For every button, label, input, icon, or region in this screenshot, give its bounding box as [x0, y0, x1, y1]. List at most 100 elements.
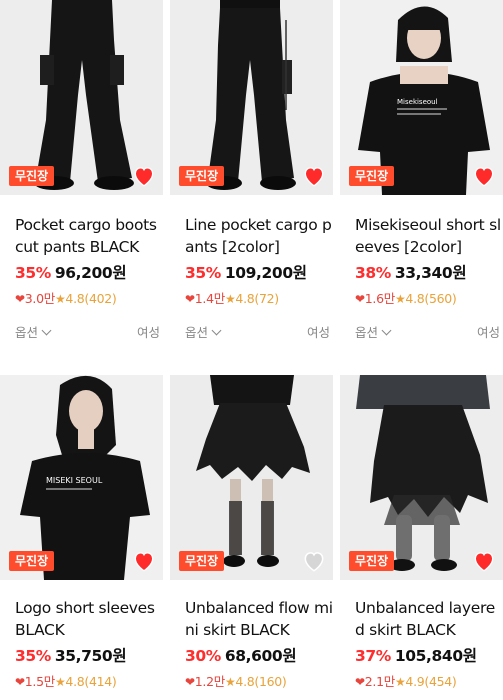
star-icon: ★	[394, 292, 406, 306]
option-label: 옵션	[15, 325, 39, 340]
chevron-down-icon	[381, 325, 392, 336]
product-image[interactable]: 무진장	[340, 375, 503, 580]
like-count: 1.2만	[194, 674, 225, 689]
star-icon: ★	[54, 675, 66, 689]
product-stats: ❤1.4만★4.8(72)	[185, 291, 333, 307]
like-button[interactable]	[131, 163, 157, 189]
rating-value: 4.8(560)	[405, 291, 457, 306]
heart-icon	[134, 552, 154, 572]
store-badge: 무진장	[349, 166, 395, 186]
like-count: 1.5만	[24, 674, 55, 689]
store-badge: 무진장	[9, 551, 55, 571]
rating-value: 4.8(160)	[235, 674, 287, 689]
product-image[interactable]: MISEKI SEOUL 무진장	[0, 375, 163, 580]
heart-outline-icon	[304, 552, 324, 572]
heart-icon: ❤	[355, 292, 365, 306]
price-row: 35% 96,200원	[15, 263, 163, 283]
heart-icon: ❤	[15, 675, 25, 689]
discount-rate: 35%	[185, 264, 221, 282]
star-icon: ★	[54, 292, 66, 306]
option-label: 옵션	[355, 325, 379, 340]
product-stats: ❤1.2만★4.8(160)	[185, 674, 333, 690]
shirt-print: Misekiseoul	[397, 98, 438, 106]
product-title[interactable]: Unbalanced flow mini skirt BLACK	[185, 598, 333, 641]
product-title[interactable]: Pocket cargo boots cut pants BLACK	[15, 215, 163, 258]
product-stats: ❤1.5만★4.8(414)	[15, 674, 163, 690]
product-card[interactable]: MISEKI SEOUL 무진장 Logo short sleeves BLAC…	[0, 375, 163, 690]
rating-value: 4.8(402)	[65, 291, 117, 306]
sale-price: 68,600원	[224, 647, 297, 665]
store-badge: 무진장	[349, 551, 395, 571]
product-title[interactable]: Unbalanced layered skirt BLACK	[355, 598, 503, 641]
like-count: 1.6만	[364, 291, 395, 306]
product-card[interactable]: 무진장 Unbalanced flow mini skirt BLACK 30%…	[170, 375, 333, 690]
option-row: 옵션 여성	[185, 322, 330, 341]
product-image[interactable]: 무진장	[170, 0, 333, 195]
star-icon: ★	[224, 292, 236, 306]
price-row: 30% 68,600원	[185, 646, 333, 666]
sale-price: 96,200원	[54, 264, 127, 282]
price-row: 37% 105,840원	[355, 646, 503, 666]
like-button[interactable]	[301, 163, 327, 189]
price-row: 35% 109,200원	[185, 263, 333, 283]
discount-rate: 37%	[355, 647, 391, 665]
option-dropdown[interactable]: 옵션	[355, 322, 392, 341]
heart-icon	[474, 167, 494, 187]
like-button[interactable]	[131, 548, 157, 574]
discount-rate: 35%	[15, 264, 51, 282]
like-button[interactable]	[301, 548, 327, 574]
gender-label: 여성	[476, 325, 500, 340]
rating-value: 4.9(454)	[405, 674, 457, 689]
sale-price: 35,750원	[54, 647, 127, 665]
product-stats: ❤2.1만★4.9(454)	[355, 674, 503, 690]
product-title[interactable]: Logo short sleeves BLACK	[15, 598, 163, 641]
product-card[interactable]: 무진장 Line pocket cargo pants [2color] 35%…	[170, 0, 333, 341]
store-badge: 무진장	[9, 166, 55, 186]
discount-rate: 38%	[355, 264, 391, 282]
option-label: 옵션	[185, 325, 209, 340]
star-icon: ★	[224, 675, 236, 689]
product-stats: ❤3.0만★4.8(402)	[15, 291, 163, 307]
discount-rate: 30%	[185, 647, 221, 665]
rating-value: 4.8(414)	[65, 674, 117, 689]
like-button[interactable]	[471, 163, 497, 189]
sale-price: 33,340원	[394, 264, 467, 282]
gender-label: 여성	[136, 325, 160, 340]
heart-icon	[304, 167, 324, 187]
product-image[interactable]: 무진장	[0, 0, 163, 195]
sale-price: 105,840원	[394, 647, 477, 665]
product-card[interactable]: Misekiseoul 무진장 Misekiseoul short sleeve…	[340, 0, 503, 341]
option-row: 옵션 여성	[15, 322, 160, 341]
heart-icon: ❤	[185, 675, 195, 689]
product-card[interactable]: 무진장 Pocket cargo boots cut pants BLACK 3…	[0, 0, 163, 341]
product-card[interactable]: 무진장 Unbalanced layered skirt BLACK 37% 10…	[340, 375, 503, 690]
store-badge: 무진장	[179, 551, 225, 571]
like-count: 1.4만	[194, 291, 225, 306]
heart-icon	[474, 552, 494, 572]
option-dropdown[interactable]: 옵션	[185, 322, 222, 341]
option-row: 옵션 여성	[355, 322, 500, 341]
chevron-down-icon	[211, 325, 222, 336]
sale-price: 109,200원	[224, 264, 307, 282]
price-row: 35% 35,750원	[15, 646, 163, 666]
heart-icon: ❤	[15, 292, 25, 306]
heart-icon	[134, 167, 154, 187]
like-button[interactable]	[471, 548, 497, 574]
product-stats: ❤1.6만★4.8(560)	[355, 291, 503, 307]
chevron-down-icon	[41, 325, 52, 336]
heart-icon: ❤	[185, 292, 195, 306]
product-image[interactable]: 무진장	[170, 375, 333, 580]
price-row: 38% 33,340원	[355, 263, 503, 283]
product-image[interactable]: Misekiseoul 무진장	[340, 0, 503, 195]
gender-label: 여성	[306, 325, 330, 340]
heart-icon: ❤	[355, 675, 365, 689]
shirt-print: MISEKI SEOUL	[46, 476, 103, 485]
store-badge: 무진장	[179, 166, 225, 186]
option-dropdown[interactable]: 옵션	[15, 322, 52, 341]
rating-value: 4.8(72)	[235, 291, 279, 306]
like-count: 3.0만	[24, 291, 55, 306]
product-title[interactable]: Misekiseoul short sleeves [2color]	[355, 215, 503, 258]
product-title[interactable]: Line pocket cargo pants [2color]	[185, 215, 333, 258]
like-count: 2.1만	[364, 674, 395, 689]
star-icon: ★	[394, 675, 406, 689]
